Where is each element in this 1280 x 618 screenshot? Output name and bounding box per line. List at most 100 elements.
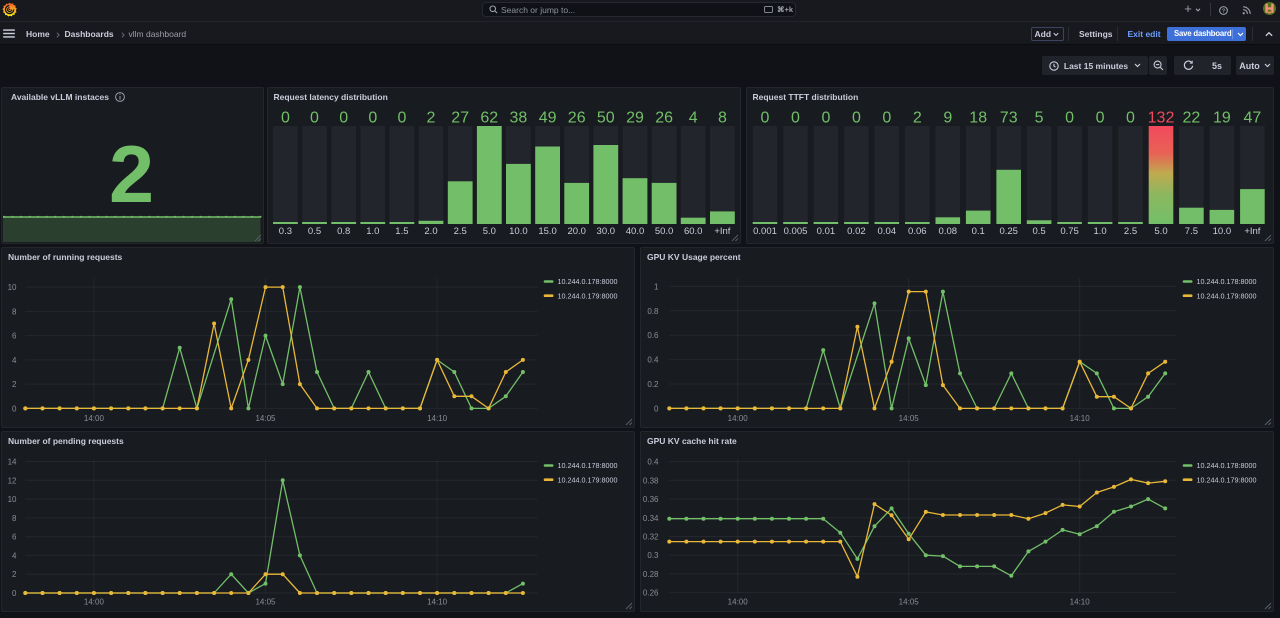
svg-text:2: 2 <box>427 110 436 127</box>
svg-text:1.5: 1.5 <box>395 226 408 237</box>
svg-text:0: 0 <box>761 110 770 127</box>
svg-text:Number of running requests: Number of running requests <box>8 252 123 262</box>
svg-text:6: 6 <box>12 332 17 341</box>
svg-text:14:05: 14:05 <box>255 414 276 423</box>
svg-text:0.3: 0.3 <box>647 551 659 560</box>
svg-text:0.38: 0.38 <box>643 476 659 485</box>
svg-text:10.244.0.178:8000: 10.244.0.178:8000 <box>1197 277 1257 286</box>
svg-text:0: 0 <box>12 404 17 413</box>
svg-text:Available vLLM instaces: Available vLLM instaces <box>11 92 109 102</box>
svg-text:5: 5 <box>1035 110 1044 127</box>
svg-text:0: 0 <box>1126 110 1135 127</box>
svg-text:14:05: 14:05 <box>255 598 276 607</box>
svg-text:50.0: 50.0 <box>655 226 674 237</box>
svg-text:0.25: 0.25 <box>999 226 1018 237</box>
svg-text:60.0: 60.0 <box>684 226 703 237</box>
svg-text:14:10: 14:10 <box>1070 598 1091 607</box>
svg-text:49: 49 <box>539 110 557 127</box>
svg-text:2: 2 <box>12 570 17 579</box>
svg-text:14:10: 14:10 <box>1070 414 1091 423</box>
svg-text:20.0: 20.0 <box>567 226 586 237</box>
svg-text:0.6: 0.6 <box>647 331 659 340</box>
svg-text:0.8: 0.8 <box>647 307 659 316</box>
svg-text:10.0: 10.0 <box>1213 226 1232 237</box>
svg-text:2: 2 <box>12 380 17 389</box>
svg-text:14:10: 14:10 <box>427 414 448 423</box>
svg-text:10.244.0.179:8000: 10.244.0.179:8000 <box>1197 291 1257 300</box>
svg-text:15.0: 15.0 <box>538 226 557 237</box>
svg-text:0.005: 0.005 <box>784 226 808 237</box>
svg-text:0.06: 0.06 <box>908 226 927 237</box>
svg-text:38: 38 <box>510 110 528 127</box>
svg-text:2: 2 <box>109 130 154 220</box>
svg-text:0.8: 0.8 <box>337 226 350 237</box>
svg-text:4: 4 <box>12 551 17 560</box>
svg-text:6: 6 <box>12 533 17 542</box>
svg-text:0.4: 0.4 <box>647 356 659 365</box>
svg-text:4: 4 <box>12 356 17 365</box>
svg-text:0.1: 0.1 <box>972 226 985 237</box>
svg-text:7.5: 7.5 <box>1185 226 1198 237</box>
svg-text:0.2: 0.2 <box>647 380 659 389</box>
svg-text:0.75: 0.75 <box>1060 226 1079 237</box>
svg-text:0: 0 <box>852 110 861 127</box>
svg-text:9: 9 <box>943 110 952 127</box>
svg-text:0.4: 0.4 <box>647 458 659 467</box>
svg-text:0.26: 0.26 <box>643 589 659 598</box>
svg-text:73: 73 <box>1000 110 1018 127</box>
svg-text:132: 132 <box>1148 110 1175 127</box>
svg-text:19: 19 <box>1213 110 1231 127</box>
svg-text:22: 22 <box>1183 110 1201 127</box>
svg-text:1.0: 1.0 <box>1093 226 1106 237</box>
svg-text:12: 12 <box>8 476 17 485</box>
svg-text:27: 27 <box>451 110 469 127</box>
svg-text:+Inf: +Inf <box>714 226 730 237</box>
svg-text:5.0: 5.0 <box>1154 226 1167 237</box>
svg-text:1: 1 <box>654 282 659 291</box>
svg-text:10.244.0.178:8000: 10.244.0.178:8000 <box>1197 461 1257 470</box>
svg-text:10.244.0.178:8000: 10.244.0.178:8000 <box>558 277 618 286</box>
svg-text:2.0: 2.0 <box>424 226 437 237</box>
svg-text:18: 18 <box>969 110 987 127</box>
svg-text:0: 0 <box>1065 110 1074 127</box>
svg-text:8: 8 <box>12 307 17 316</box>
svg-text:GPU KV Usage percent: GPU KV Usage percent <box>647 252 741 262</box>
svg-text:47: 47 <box>1244 110 1262 127</box>
svg-text:30.0: 30.0 <box>597 226 616 237</box>
svg-text:5.0: 5.0 <box>483 226 496 237</box>
svg-text:0.02: 0.02 <box>847 226 866 237</box>
svg-text:0.3: 0.3 <box>279 226 292 237</box>
svg-text:50: 50 <box>597 110 615 127</box>
svg-text:2: 2 <box>913 110 922 127</box>
svg-text:GPU KV cache hit rate: GPU KV cache hit rate <box>647 436 737 446</box>
svg-text:0.34: 0.34 <box>643 514 659 523</box>
svg-text:0.08: 0.08 <box>939 226 958 237</box>
svg-text:0: 0 <box>397 110 406 127</box>
svg-text:0: 0 <box>791 110 800 127</box>
svg-text:26: 26 <box>568 110 586 127</box>
svg-text:0.5: 0.5 <box>1032 226 1045 237</box>
svg-text:10: 10 <box>8 495 17 504</box>
svg-text:Request TTFT distribution: Request TTFT distribution <box>753 92 859 102</box>
svg-text:Number of pending requests: Number of pending requests <box>8 436 124 446</box>
svg-text:+Inf: +Inf <box>1244 226 1260 237</box>
svg-text:29: 29 <box>626 110 644 127</box>
svg-text:10.244.0.179:8000: 10.244.0.179:8000 <box>1197 475 1257 484</box>
svg-text:14:00: 14:00 <box>728 414 749 423</box>
svg-text:10: 10 <box>8 283 17 292</box>
svg-text:4: 4 <box>689 110 698 127</box>
svg-text:0.01: 0.01 <box>817 226 836 237</box>
svg-text:10.244.0.178:8000: 10.244.0.178:8000 <box>558 461 618 470</box>
svg-text:0.36: 0.36 <box>643 495 659 504</box>
svg-text:0: 0 <box>654 404 659 413</box>
svg-text:40.0: 40.0 <box>626 226 645 237</box>
svg-text:26: 26 <box>655 110 673 127</box>
svg-text:0: 0 <box>1096 110 1105 127</box>
svg-text:10.244.0.179:8000: 10.244.0.179:8000 <box>558 475 618 484</box>
svg-text:0.28: 0.28 <box>643 570 659 579</box>
svg-text:8: 8 <box>12 514 17 523</box>
svg-text:14:10: 14:10 <box>427 598 448 607</box>
svg-text:14:00: 14:00 <box>84 598 105 607</box>
svg-text:62: 62 <box>480 110 498 127</box>
svg-text:8: 8 <box>718 110 727 127</box>
